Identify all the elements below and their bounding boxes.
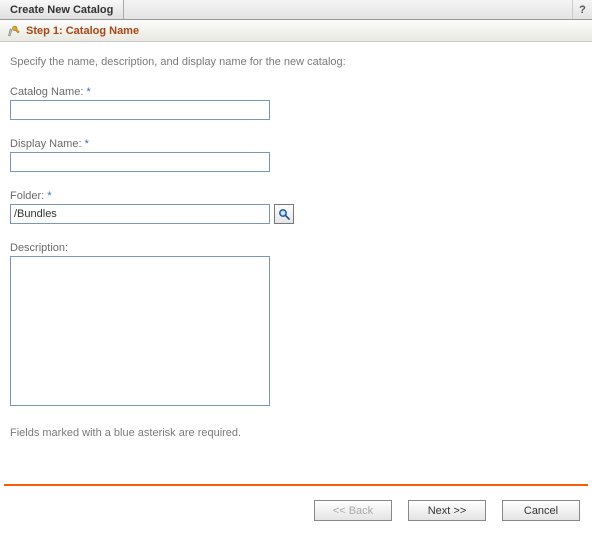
step-title: Step 1: Catalog Name [26,25,139,37]
display-name-input[interactable] [10,152,270,172]
required-asterisk: * [85,138,89,150]
content-area: Specify the name, description, and displ… [0,42,592,484]
description-field: Description: [10,242,582,409]
step-bar: Step 1: Catalog Name [0,20,592,42]
cancel-button[interactable]: Cancel [502,500,580,521]
catalog-name-label-text: Catalog Name: [10,86,83,98]
magnifier-icon [277,207,291,221]
required-asterisk: * [86,86,90,98]
title-bar: Create New Catalog ? [0,0,592,20]
separator-line [4,484,588,486]
folder-input[interactable] [10,204,270,224]
display-name-label: Display Name: * [10,138,582,150]
tools-icon [6,24,20,38]
display-name-field: Display Name: * [10,138,582,172]
title-spacer [124,0,572,19]
instruction-text: Specify the name, description, and displ… [10,56,582,68]
folder-field: Folder: * [10,190,582,224]
button-row: << Back Next >> Cancel [0,500,592,535]
catalog-name-field: Catalog Name: * [10,86,582,120]
folder-row [10,204,582,224]
folder-label: Folder: * [10,190,582,202]
description-input[interactable] [10,256,270,406]
next-button[interactable]: Next >> [408,500,486,521]
required-asterisk: * [47,190,51,202]
display-name-label-text: Display Name: [10,138,82,150]
description-label: Description: [10,242,582,254]
browse-folder-button[interactable] [274,204,294,224]
folder-label-text: Folder: [10,190,44,202]
wizard-dialog: Create New Catalog ? Step 1: Catalog Nam… [0,0,592,535]
catalog-name-input[interactable] [10,100,270,120]
dialog-title: Create New Catalog [0,0,124,19]
help-button[interactable]: ? [572,0,592,19]
catalog-name-label: Catalog Name: * [10,86,582,98]
required-note: Fields marked with a blue asterisk are r… [10,427,582,439]
back-button[interactable]: << Back [314,500,392,521]
